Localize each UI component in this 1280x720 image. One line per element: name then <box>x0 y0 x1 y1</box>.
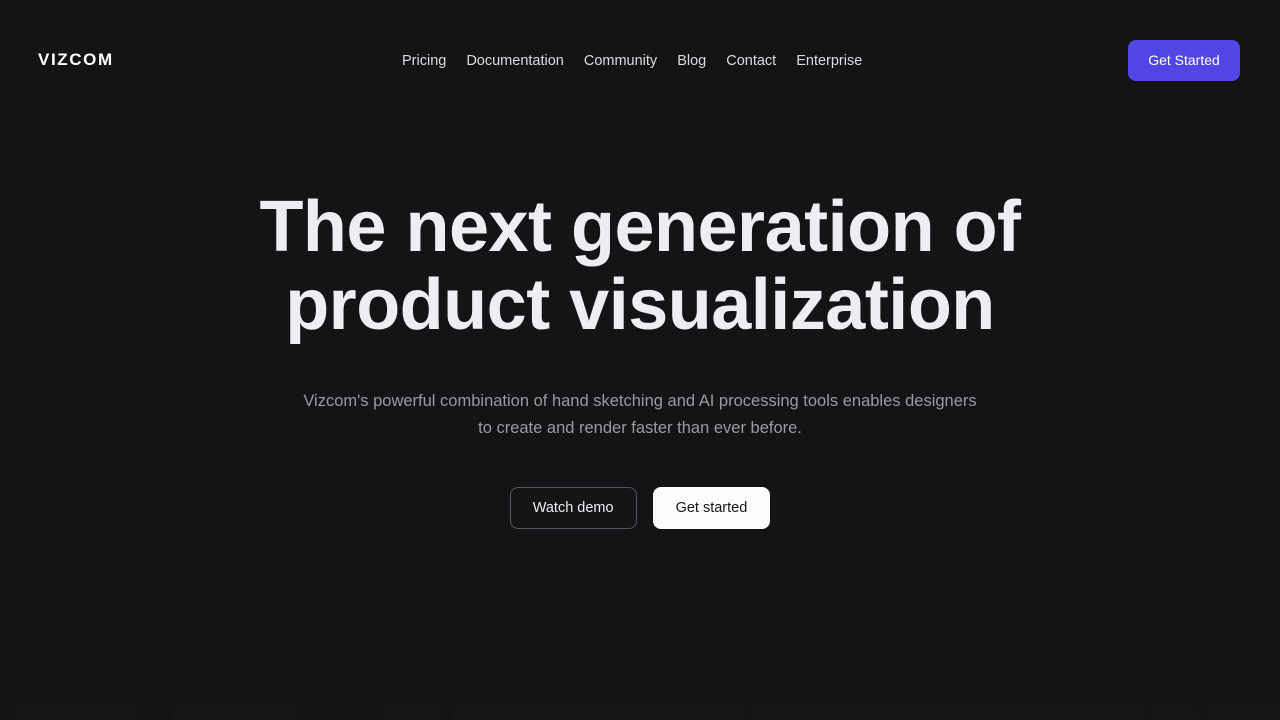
hero-subtitle: Vizcom's powerful combination of hand sk… <box>303 392 977 437</box>
nav-item-documentation[interactable]: Documentation <box>466 52 564 70</box>
nav-item-pricing[interactable]: Pricing <box>402 52 446 70</box>
nav-item-enterprise[interactable]: Enterprise <box>796 52 862 70</box>
nav-item-community[interactable]: Community <box>584 52 657 70</box>
site-header: VIZCOM Pricing Documentation Community B… <box>0 0 1280 122</box>
watch-demo-button[interactable]: Watch demo <box>509 487 637 529</box>
brand-logo[interactable]: VIZCOM <box>38 51 114 68</box>
hero-title-line-2: product visualization <box>285 265 995 345</box>
main-navigation: Pricing Documentation Community Blog Con… <box>402 52 862 70</box>
nav-item-blog[interactable]: Blog <box>677 52 706 70</box>
hero-title-line-1: The next generation of <box>259 187 1021 267</box>
nav-item-contact[interactable]: Contact <box>726 52 776 70</box>
header-get-started-button[interactable]: Get Started <box>1128 40 1240 81</box>
hero-title: The next generation of product visualiza… <box>0 188 1280 344</box>
hero-get-started-button[interactable]: Get started <box>652 487 771 529</box>
hero-action-buttons: Watch demo Get started <box>0 487 1280 529</box>
